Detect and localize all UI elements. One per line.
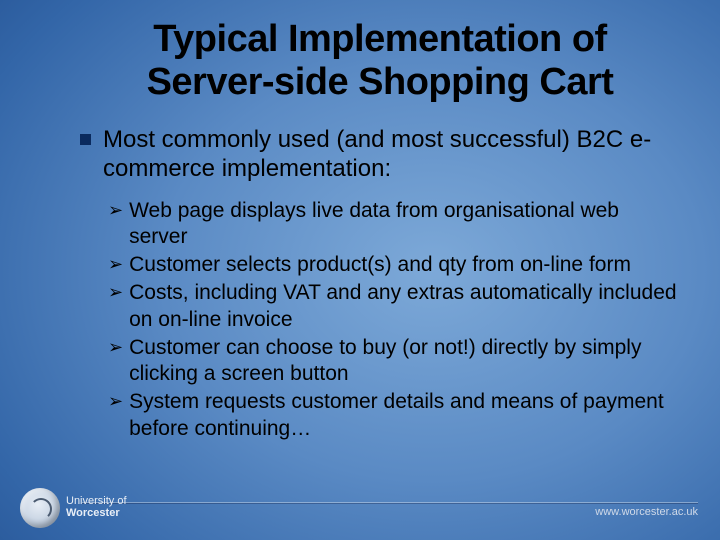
slide-footer: University of Worcester www.worcester.ac… (0, 480, 720, 530)
sub-point-text: Web page displays live data from organis… (129, 198, 680, 251)
list-item: ➢ System requests customer details and m… (108, 389, 680, 442)
main-point-text: Most commonly used (and most successful)… (103, 125, 680, 184)
footer-divider (82, 502, 698, 504)
main-bullet-row: Most commonly used (and most successful)… (80, 125, 680, 184)
slide: Typical Implementation of Server-side Sh… (0, 0, 720, 540)
sub-point-text: Costs, including VAT and any extras auto… (129, 280, 680, 333)
list-item: ➢ Customer selects product(s) and qty fr… (108, 252, 680, 278)
arrow-bullet-icon: ➢ (108, 335, 123, 359)
sub-point-text: Customer can choose to buy (or not!) dir… (129, 335, 680, 388)
logo-text: University of Worcester (66, 496, 127, 519)
slide-title: Typical Implementation of Server-side Sh… (80, 18, 680, 103)
arrow-bullet-icon: ➢ (108, 389, 123, 413)
arrow-bullet-icon: ➢ (108, 198, 123, 222)
logo-globe-icon (20, 488, 60, 528)
logo-line2: Worcester (66, 508, 127, 520)
sub-bullet-list: ➢ Web page displays live data from organ… (80, 198, 680, 442)
footer-url: www.worcester.ac.uk (595, 506, 698, 518)
sub-point-text: Customer selects product(s) and qty from… (129, 252, 631, 278)
list-item: ➢ Web page displays live data from organ… (108, 198, 680, 251)
sub-point-text: System requests customer details and mea… (129, 389, 680, 442)
arrow-bullet-icon: ➢ (108, 280, 123, 304)
list-item: ➢ Costs, including VAT and any extras au… (108, 280, 680, 333)
arrow-bullet-icon: ➢ (108, 252, 123, 276)
square-bullet-icon (80, 134, 91, 145)
list-item: ➢ Customer can choose to buy (or not!) d… (108, 335, 680, 388)
university-logo: University of Worcester (20, 488, 127, 528)
